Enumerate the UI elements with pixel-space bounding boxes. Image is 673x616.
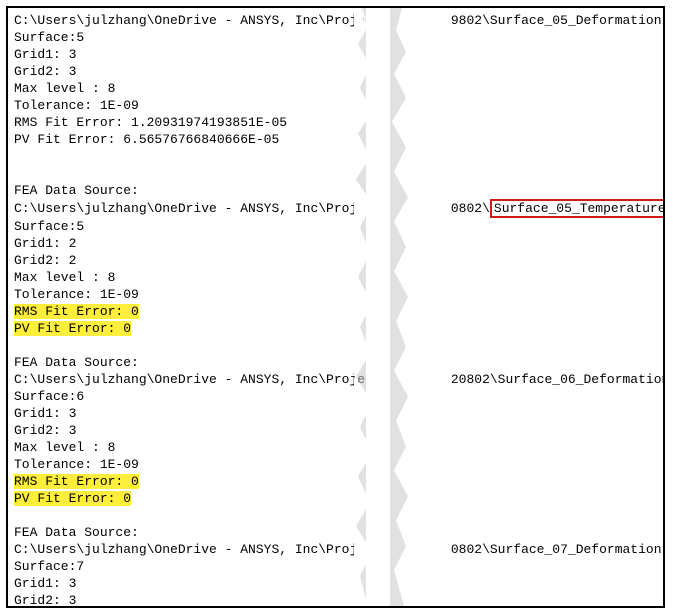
rms-fit-error-highlight: RMS Fit Error: 0 bbox=[14, 474, 139, 489]
grid1-line: Grid1: 3 bbox=[14, 405, 657, 422]
file-path: C:\Users\julzhang\OneDrive - ANSYS, Inc\… bbox=[14, 371, 657, 388]
pv-line: PV Fit Error: 0 bbox=[14, 320, 657, 337]
rms-line: RMS Fit Error: 1.20931974193851E-05 bbox=[14, 114, 657, 131]
maxlevel-line: Max level : 8 bbox=[14, 269, 657, 286]
pv-line: PV Fit Error: 6.56576766840666E-05 bbox=[14, 131, 657, 148]
maxlevel-line: Max level : 8 bbox=[14, 439, 657, 456]
grid1-line: Grid1: 2 bbox=[14, 235, 657, 252]
blank-line bbox=[14, 337, 657, 354]
grid1-line: Grid1: 3 bbox=[14, 575, 657, 592]
surface-line: Surface:7 bbox=[14, 558, 657, 575]
fea-data-source-header: FEA Data Source: bbox=[14, 354, 657, 371]
rms-line: RMS Fit Error: 0 bbox=[14, 303, 657, 320]
surface-line: Surface:5 bbox=[14, 29, 657, 46]
surface-line: Surface:6 bbox=[14, 388, 657, 405]
grid2-line: Grid2: 2 bbox=[14, 252, 657, 269]
blank-line bbox=[14, 507, 657, 524]
log-text-content: C:\Users\julzhang\OneDrive - ANSYS, Inc\… bbox=[8, 8, 663, 606]
blank-line bbox=[14, 148, 657, 165]
rms-line: RMS Fit Error: 0 bbox=[14, 473, 657, 490]
rms-fit-error-highlight: RMS Fit Error: 0 bbox=[14, 304, 139, 319]
grid2-line: Grid2: 3 bbox=[14, 592, 657, 606]
tolerance-line: Tolerance: 1E-09 bbox=[14, 97, 657, 114]
maxlevel-line: Max level : 8 bbox=[14, 80, 657, 97]
blank-line bbox=[14, 165, 657, 182]
grid1-line: Grid1: 3 bbox=[14, 46, 657, 63]
surface-line: Surface:5 bbox=[14, 218, 657, 235]
highlighted-filename: Surface_05_Temperature_deformed. bbox=[490, 199, 663, 218]
grid2-line: Grid2: 3 bbox=[14, 422, 657, 439]
tolerance-line: Tolerance: 1E-09 bbox=[14, 286, 657, 303]
file-path: C:\Users\julzhang\OneDrive - ANSYS, Inc\… bbox=[14, 199, 657, 218]
pv-fit-error-highlight: PV Fit Error: 0 bbox=[14, 321, 131, 336]
fea-data-source-header: FEA Data Source: bbox=[14, 524, 657, 541]
fea-data-source-header: FEA Data Source: bbox=[14, 182, 657, 199]
pv-line: PV Fit Error: 0 bbox=[14, 490, 657, 507]
file-path: C:\Users\julzhang\OneDrive - ANSYS, Inc\… bbox=[14, 541, 657, 558]
pv-fit-error-highlight: PV Fit Error: 0 bbox=[14, 491, 131, 506]
file-path: C:\Users\julzhang\OneDrive - ANSYS, Inc\… bbox=[14, 12, 657, 29]
grid2-line: Grid2: 3 bbox=[14, 63, 657, 80]
log-frame: C:\Users\julzhang\OneDrive - ANSYS, Inc\… bbox=[6, 6, 665, 608]
tolerance-line: Tolerance: 1E-09 bbox=[14, 456, 657, 473]
